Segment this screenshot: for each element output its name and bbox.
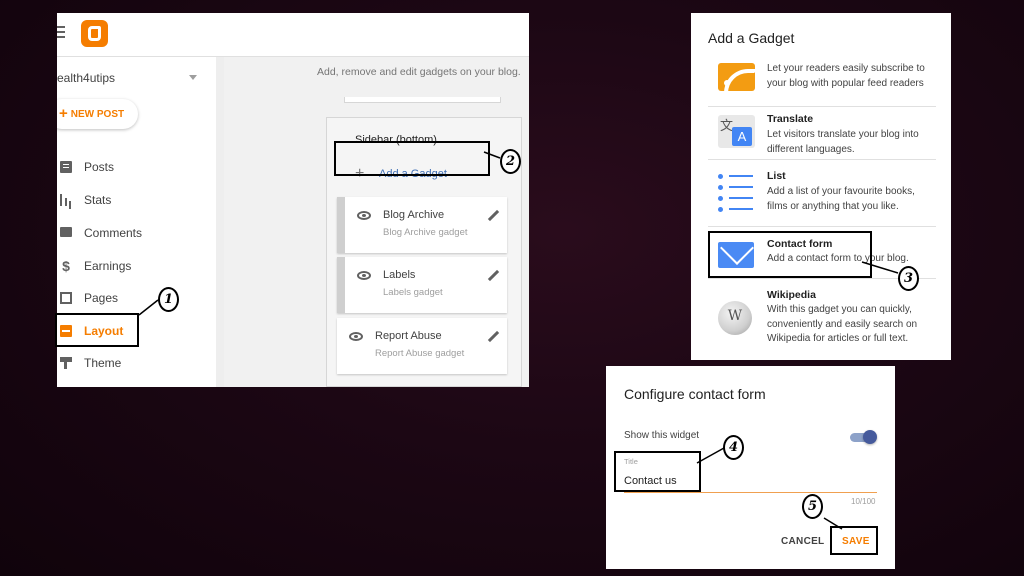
sidebar-item-earnings[interactable]: $ Earnings <box>57 255 207 277</box>
list-icon <box>718 174 755 212</box>
plus-icon: + <box>59 105 68 122</box>
gadget-name: Blog Archive <box>383 209 445 221</box>
gadget-option-title: List <box>767 170 786 182</box>
step-badge: 4 <box>723 435 744 460</box>
gadget-type: Report Abuse gadget <box>375 348 465 359</box>
new-post-label: NEW POST <box>70 109 125 120</box>
gadget-option-list[interactable]: List Add a list of your favourite books,… <box>708 167 936 227</box>
highlight-contact-form <box>708 231 872 278</box>
step-badge: 1 <box>158 287 179 312</box>
dialog-title: Add a Gadget <box>708 30 795 46</box>
cancel-button[interactable]: CANCEL <box>781 536 824 547</box>
gadget-name: Report Abuse <box>375 330 442 342</box>
sidebar-item-comments[interactable]: Comments <box>57 222 207 244</box>
dollar-icon: $ <box>62 258 70 274</box>
rss-icon <box>718 63 758 103</box>
comments-icon <box>60 227 72 237</box>
step-badge: 3 <box>898 266 919 291</box>
sidebar-item-pages[interactable]: Pages <box>57 287 207 309</box>
sidebar-item-label: Pages <box>84 291 119 305</box>
drag-handle[interactable] <box>337 257 345 313</box>
layout-content: Add, remove and edit gadgets on your blo… <box>224 57 529 387</box>
blog-selector[interactable]: ealth4utips <box>57 71 197 91</box>
gadget-option-title: Wikipedia <box>767 289 816 301</box>
show-widget-label: Show this widget <box>624 430 700 441</box>
character-counter: 10/100 <box>851 497 876 506</box>
drag-handle[interactable] <box>337 197 345 253</box>
gadget-type: Blog Archive gadget <box>383 227 468 238</box>
sidebar-divider <box>216 57 224 387</box>
sidebar-item-label: Theme <box>84 356 122 370</box>
sidebar-item-stats[interactable]: Stats <box>57 189 207 211</box>
title-field-underline <box>624 492 877 493</box>
previous-section-edge <box>344 97 501 103</box>
gadget-type: Labels gadget <box>383 287 443 298</box>
top-app-bar <box>57 13 529 57</box>
menu-icon[interactable] <box>57 26 65 38</box>
gadget-option-feed[interactable]: Let your readers easily subscribe to you… <box>708 61 936 107</box>
dialog-title: Configure contact form <box>624 386 766 402</box>
eye-icon[interactable] <box>349 332 363 341</box>
sidebar-item-label: Comments <box>84 226 143 240</box>
theme-icon <box>60 357 72 369</box>
new-post-button[interactable]: + NEW POST <box>57 99 138 129</box>
gadget-card[interactable]: Report Abuse Report Abuse gadget <box>337 318 507 374</box>
blogger-logo-icon[interactable] <box>81 20 108 47</box>
gadget-card[interactable]: Labels Labels gadget <box>337 257 507 313</box>
layout-subtitle: Add, remove and edit gadgets on your blo… <box>317 66 521 78</box>
edit-pencil-icon[interactable] <box>487 209 500 222</box>
translate-icon: 文A <box>718 115 755 148</box>
sidebar-item-label: Stats <box>84 193 112 207</box>
eye-icon[interactable] <box>357 211 371 220</box>
sidebar-item-posts[interactable]: Posts <box>57 156 207 178</box>
gadget-option-description: Let visitors translate your blog into di… <box>767 129 919 155</box>
blog-name: ealth4utips <box>57 71 116 85</box>
posts-icon <box>60 161 72 173</box>
show-widget-toggle[interactable] <box>850 430 877 444</box>
wikipedia-icon <box>718 301 752 335</box>
gadget-name: Labels <box>383 269 416 281</box>
step-badge: 5 <box>802 494 823 519</box>
step-badge: 2 <box>500 149 521 174</box>
add-gadget-dialog: Add a Gadget Let your readers easily sub… <box>691 13 951 360</box>
highlight-title-field <box>614 451 701 492</box>
highlight-add-gadget <box>334 141 490 176</box>
gadget-option-title: Translate <box>767 113 814 125</box>
gadget-card[interactable]: Blog Archive Blog Archive gadget <box>337 197 507 253</box>
sidebar-item-theme[interactable]: Theme <box>57 352 207 374</box>
eye-icon[interactable] <box>357 271 371 280</box>
chevron-down-icon <box>189 75 197 80</box>
pages-icon <box>60 292 72 304</box>
edit-pencil-icon[interactable] <box>487 269 500 282</box>
gadget-option-wikipedia[interactable]: Wikipedia With this gadget you can quick… <box>708 287 936 360</box>
gadget-option-description: Add a list of your favourite books, film… <box>767 186 915 212</box>
gadget-option-description: With this gadget you can quickly, conven… <box>767 304 918 344</box>
toggle-knob <box>863 430 877 444</box>
edit-pencil-icon[interactable] <box>487 330 500 343</box>
stats-icon <box>60 194 72 206</box>
gadget-option-translate[interactable]: 文A Translate Let visitors translate your… <box>708 113 936 160</box>
sidebar-item-label: Posts <box>84 160 115 174</box>
highlight-layout <box>55 313 139 347</box>
gadget-option-description: Let your readers easily subscribe to you… <box>767 63 925 89</box>
highlight-save <box>830 526 878 555</box>
sidebar-item-label: Earnings <box>84 259 132 273</box>
